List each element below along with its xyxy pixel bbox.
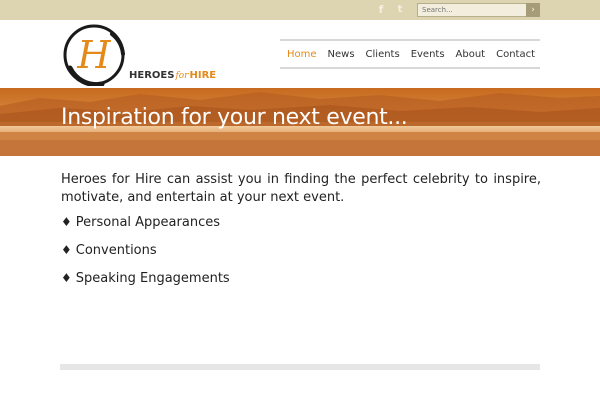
- nav-item-news[interactable]: News: [328, 49, 355, 60]
- twitter-icon[interactable]: t: [393, 3, 407, 17]
- intro-paragraph: Heroes for Hire can assist you in findin…: [61, 172, 541, 205]
- list-item-label: Speaking Engagements: [75, 271, 230, 286]
- diamond-bullet-icon: ♦: [61, 243, 72, 257]
- nav-item-contact[interactable]: Contact: [496, 49, 535, 60]
- top-bar: f t ›: [0, 0, 600, 20]
- list-item-label: Personal Appearances: [75, 215, 220, 230]
- list-item-label: Conventions: [75, 243, 157, 258]
- nav-item-about[interactable]: About: [456, 49, 486, 60]
- nav-item-home[interactable]: Home: [287, 49, 317, 60]
- facebook-icon[interactable]: f: [374, 3, 388, 17]
- logo-word-hire: HIRE: [189, 70, 217, 81]
- main-nav: Home News Clients Events About Contact: [280, 39, 540, 69]
- diamond-bullet-icon: ♦: [61, 271, 72, 285]
- services-list: ♦ Personal Appearances ♦ Conventions ♦ Spea…: [61, 213, 230, 297]
- logo-wordmark: HEROESforHIRE: [129, 70, 216, 81]
- logo-letter: H: [76, 33, 111, 77]
- list-item: ♦ Speaking Engagements: [61, 269, 230, 297]
- list-item: ♦ Personal Appearances: [61, 213, 230, 241]
- footer-divider: [60, 364, 540, 370]
- nav-item-events[interactable]: Events: [411, 49, 445, 60]
- diamond-bullet-icon: ♦: [61, 215, 72, 229]
- search-button[interactable]: ›: [526, 3, 540, 17]
- list-item: ♦ Conventions: [61, 241, 230, 269]
- logo-word-for: for: [175, 71, 189, 81]
- nav-item-clients[interactable]: Clients: [366, 49, 400, 60]
- logo-word-heroes: HEROES: [129, 70, 175, 81]
- logo-mark-icon: H: [63, 24, 125, 88]
- banner-title: Inspiration for your next event...: [61, 105, 408, 130]
- search-input[interactable]: [417, 3, 527, 17]
